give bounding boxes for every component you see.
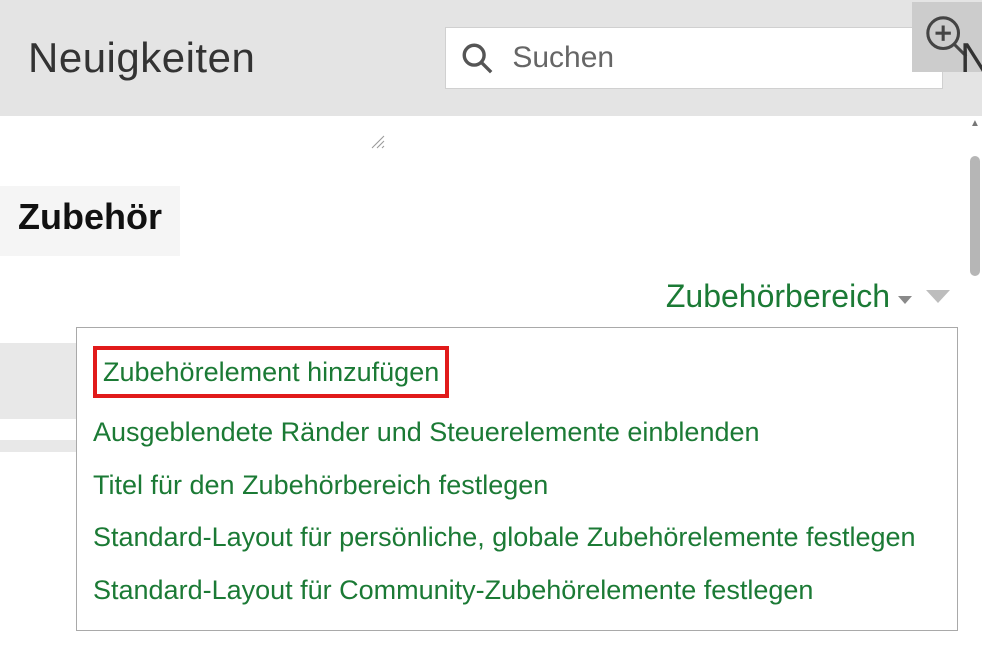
accessory-dropdown: Zubehörbereich Zubehörelement hinzufügen… [76, 270, 958, 631]
search-box[interactable] [445, 27, 943, 89]
highlighted-item: Zubehörelement hinzufügen [93, 346, 449, 398]
scroll-thumb[interactable] [970, 156, 980, 276]
menu-item-layout-personal[interactable]: Standard-Layout für persönliche, globale… [91, 511, 943, 563]
clipped-title: Ne [960, 34, 982, 82]
header-bar: Neuigkeiten Ne [0, 0, 982, 116]
section-title: Zubehör [0, 186, 180, 256]
menu-item-set-title[interactable]: Titel für den Zubehörbereich festlegen [91, 459, 943, 511]
chevron-down-icon [898, 296, 912, 304]
dropdown-label-text: Zubehörbereich [666, 278, 890, 315]
content-area: Zubehör Zubehörbereich Zubehörelement hi… [0, 116, 982, 631]
scroll-up-arrow[interactable]: ▲ [968, 116, 982, 130]
dropdown-header: Zubehörbereich [76, 270, 958, 327]
dropdown-toggle[interactable]: Zubehörbereich [666, 278, 912, 315]
vertical-scrollbar[interactable]: ▲ [968, 116, 982, 659]
dropdown-menu: Zubehörelement hinzufügen Ausgeblendete … [76, 327, 958, 631]
collapse-toggle-icon[interactable] [926, 290, 950, 303]
menu-item-show-hidden[interactable]: Ausgeblendete Ränder und Steuerelemente … [91, 406, 943, 458]
menu-item-add-accessory[interactable]: Zubehörelement hinzufügen [91, 338, 943, 406]
page-title: Neuigkeiten [28, 34, 255, 82]
search-icon [460, 41, 494, 75]
menu-item-layout-community[interactable]: Standard-Layout für Community-Zubehörele… [91, 564, 943, 616]
search-input[interactable] [512, 41, 928, 75]
